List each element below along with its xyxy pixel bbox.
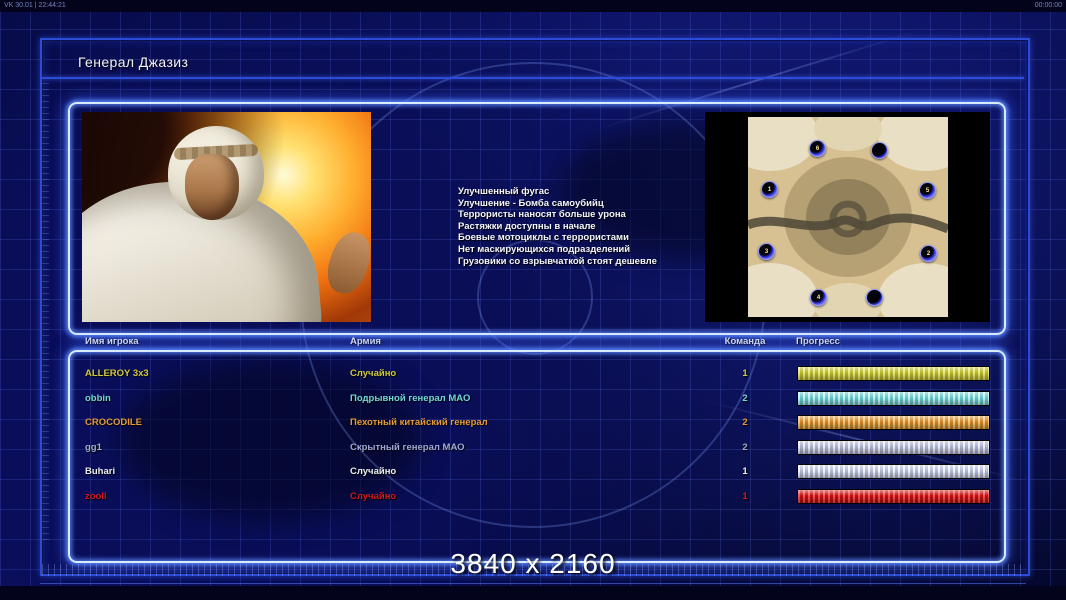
marker-number: 6 [815, 145, 820, 152]
player-row: gg1 Скрытный генерал МАО 2 [68, 436, 1002, 460]
player-name: zooll [85, 490, 107, 502]
portrait-face [185, 154, 239, 220]
progress-bar-fill [798, 489, 989, 503]
start-position-marker [866, 289, 883, 306]
player-team: 1 [742, 368, 748, 379]
progress-bar-fill [798, 391, 989, 405]
left-ruler-ticks [42, 80, 49, 540]
progress-bar [797, 488, 990, 504]
general-portrait [82, 112, 371, 322]
player-army: Скрытный генерал МАО [350, 441, 465, 453]
loading-screen: VK 30.01 | 22:44:21 00:00:00 Генерал Джа… [0, 0, 1066, 600]
progress-bar-fill [798, 416, 989, 429]
player-team: 2 [742, 441, 748, 453]
page-title: Генерал Джазиз [78, 54, 189, 70]
player-name: Buhari [85, 466, 116, 477]
bottom-divider-line [40, 583, 1026, 584]
start-position-marker: 2 [920, 245, 937, 262]
player-row: obbin Подрывной генерал МАО 2 [68, 387, 1002, 411]
progress-bar-fill [798, 465, 989, 478]
status-timer: 00:00:00 [1034, 2, 1062, 9]
start-position-marker: 6 [809, 140, 826, 157]
bonus-item: Нет маскирующихся подразделений [458, 243, 631, 255]
marker-number: 3 [764, 248, 769, 255]
player-army: Случайно [350, 466, 397, 477]
progress-bar [797, 390, 990, 406]
progress-bar [797, 439, 990, 455]
player-team: 1 [742, 490, 748, 502]
start-position-marker [871, 142, 888, 159]
player-row: Buhari Случайно 1 [68, 460, 1002, 484]
player-row: CROCODILE Пехотный китайский генерал 2 [68, 411, 1002, 435]
column-header-progress: Прогресс [796, 336, 840, 347]
player-name: obbin [85, 392, 111, 404]
general-bonus-list: Улучшенный фугас Улучшение - Бомба самоу… [458, 186, 708, 267]
progress-bar-fill [798, 440, 989, 454]
bottom-strip [0, 586, 1066, 600]
start-position-marker: 4 [810, 289, 827, 306]
player-army: Подрывной генерал МАО [350, 392, 471, 404]
start-position-marker: 3 [758, 243, 775, 260]
start-position-marker: 1 [761, 181, 778, 198]
player-name: gg1 [85, 441, 102, 453]
marker-number: 1 [767, 186, 772, 193]
player-team: 2 [742, 392, 748, 404]
start-position-marker: 5 [919, 182, 936, 199]
player-name: CROCODILE [85, 417, 142, 428]
map-terrain: 6 1 5 3 2 4 [722, 99, 974, 335]
marker-number: 4 [816, 294, 821, 301]
resolution-label: 3840 x 2160 [450, 548, 616, 579]
bonus-item: Растяжки доступны в начале [458, 220, 596, 232]
column-header-team: Команда [724, 336, 766, 347]
bonus-item: Улучшенный фугас [458, 186, 550, 197]
player-row: ALLEROY 3x3 Случайно 1 [68, 362, 1002, 386]
player-name: ALLEROY 3x3 [85, 368, 149, 379]
player-army: Случайно [350, 490, 397, 502]
status-bar: VK 30.01 | 22:44:21 00:00:00 [0, 0, 1066, 12]
player-team: 1 [742, 466, 748, 477]
bonus-item: Улучшение - Бомба самоубийц [458, 197, 604, 209]
progress-bar-fill [798, 367, 989, 380]
player-row: zooll Случайно 1 [68, 485, 1002, 509]
player-team: 2 [742, 417, 748, 428]
bonus-item: Боевые мотоциклы с террористами [458, 232, 629, 244]
column-header-name: Имя игрока [85, 336, 139, 347]
marker-number: 5 [925, 187, 930, 194]
progress-bar [797, 366, 990, 381]
title-divider [42, 77, 1024, 79]
map-preview: 6 1 5 3 2 4 [705, 99, 990, 335]
progress-bar [797, 464, 990, 479]
column-header-army: Армия [350, 336, 381, 347]
bonus-item: Террористы наносят больше урона [458, 209, 626, 221]
bonus-item: Грузовики со взрывчаткой стоят дешевле [458, 255, 657, 267]
status-timestamp: VK 30.01 | 22:44:21 [4, 2, 66, 9]
marker-number: 2 [926, 250, 931, 257]
player-army: Пехотный китайский генерал [350, 417, 488, 428]
player-army: Случайно [350, 368, 397, 379]
map-terrain-image [722, 99, 974, 335]
progress-bar [797, 415, 990, 430]
